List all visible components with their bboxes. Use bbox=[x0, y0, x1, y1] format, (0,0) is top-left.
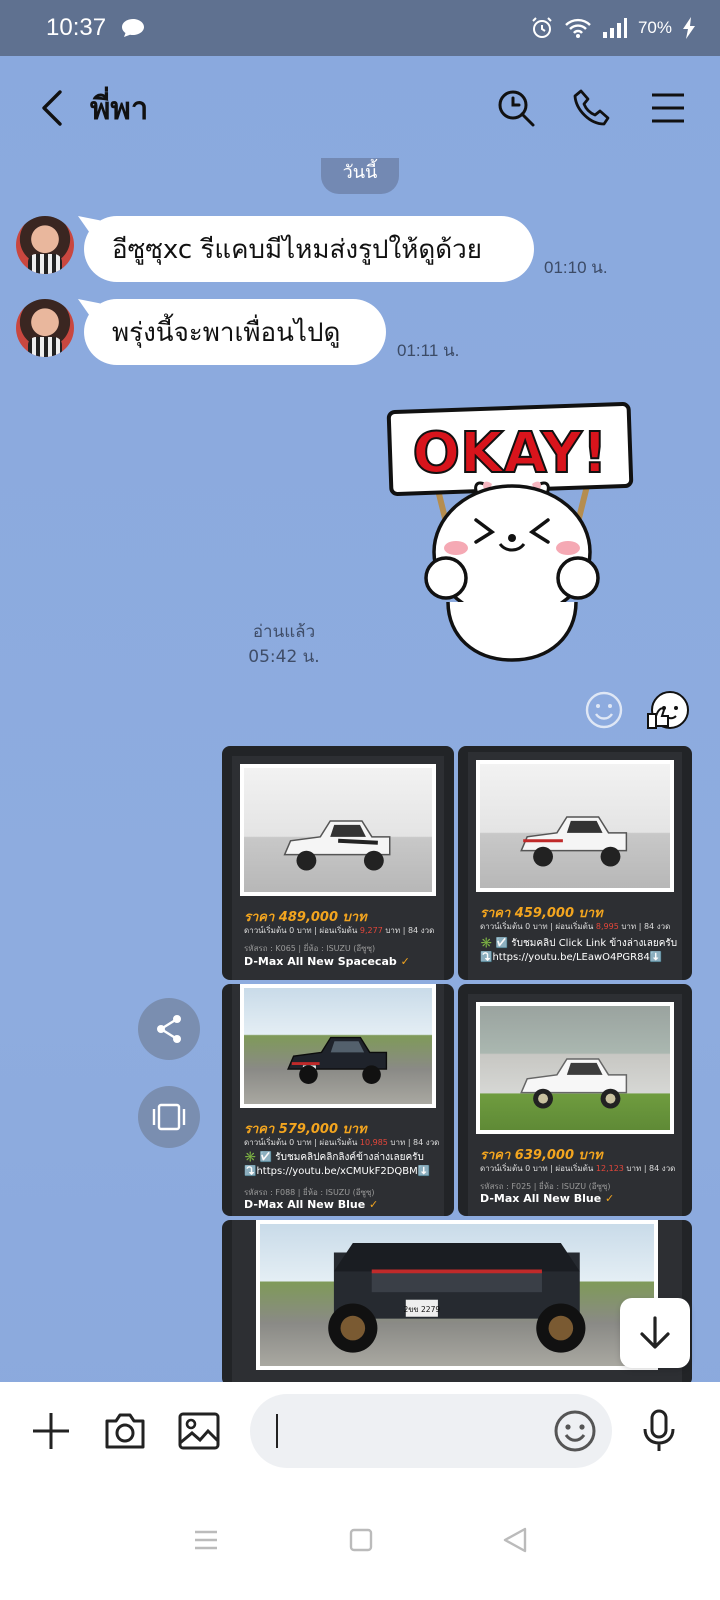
pickup-truck-image bbox=[286, 1036, 387, 1085]
back-button[interactable] bbox=[30, 86, 74, 130]
car-photo: 2ขข 2279 bbox=[256, 1220, 658, 1370]
wifi-icon bbox=[565, 18, 591, 38]
system-navigation-bar bbox=[0, 1480, 720, 1600]
car-model: D-Max All New Spacecab ✓ bbox=[244, 955, 410, 968]
battery-percent: 70% bbox=[637, 18, 672, 37]
back-nav-icon[interactable] bbox=[502, 1526, 528, 1554]
phone-icon bbox=[573, 89, 610, 126]
status-time: 10:37 bbox=[46, 14, 107, 41]
installment-text: ดาวน์เริ่มต้น 0 บาท | ผ่อนเริ่มต้น 8,995… bbox=[480, 922, 671, 931]
car-photo bbox=[476, 760, 674, 892]
album-view-button[interactable] bbox=[138, 1086, 200, 1148]
recent-apps-icon[interactable] bbox=[192, 1526, 220, 1554]
scroll-to-bottom-button[interactable] bbox=[620, 1298, 690, 1368]
share-button[interactable] bbox=[138, 998, 200, 1060]
license-plate: 2ขข 2279 bbox=[404, 1305, 441, 1314]
clip-link: ⤵️https://youtu.be/LEawO4PGR84⬇️ bbox=[480, 952, 663, 963]
status-icons: 70% bbox=[530, 16, 696, 40]
message-input-wrap bbox=[250, 1394, 612, 1468]
pickup-truck-image bbox=[520, 816, 628, 867]
search-icon bbox=[498, 90, 535, 127]
gallery-view-icon bbox=[152, 1103, 186, 1131]
emoji-icon[interactable] bbox=[552, 1408, 598, 1454]
clip-text: ✳️ ☑️ รับชมคลิป Click Link ข้างล่างเลยคร… bbox=[480, 938, 678, 949]
message-text: อีซูซุxc รีแคบมีไหมส่งรูปให้ดูด้วย bbox=[112, 234, 482, 265]
pickup-truck-image bbox=[283, 820, 391, 871]
message-bubble[interactable]: อีซูซุxc รีแคบมีไหมส่งรูปให้ดูด้วย bbox=[84, 216, 534, 282]
smiley-icon[interactable] bbox=[584, 690, 624, 730]
card-body: ราคา 639,000 บาท ดาวน์เริ่มต้น 0 บาท | ผ… bbox=[468, 994, 682, 1216]
read-status: อ่านแล้ว 05:42 น. bbox=[244, 620, 324, 670]
signal-icon bbox=[602, 18, 627, 38]
chevron-left-icon bbox=[42, 90, 62, 126]
car-listing-card[interactable]: ราคา 639,000 บาท ดาวน์เริ่มต้น 0 บาท | ผ… bbox=[458, 984, 692, 1216]
status-bar: 10:37 70% bbox=[0, 0, 720, 56]
gallery-button[interactable] bbox=[176, 1408, 222, 1454]
menu-button[interactable] bbox=[646, 86, 690, 130]
camera-icon bbox=[105, 1413, 145, 1449]
installment-text: ดาวน์เริ่มต้น 0 บาท | ผ่อนเริ่มต้น 10,98… bbox=[244, 1138, 440, 1147]
pickup-truck-image bbox=[520, 1058, 628, 1109]
camera-button[interactable] bbox=[102, 1408, 148, 1454]
clip-text: ✳️ ☑️ รับชมคลิปคลิกลิงค์ข้างล่างเลยครับ bbox=[244, 1152, 424, 1163]
date-separator: วันนี้ bbox=[321, 158, 399, 194]
verified-icon: ✓ bbox=[369, 1198, 379, 1211]
chat-header: พี่พา bbox=[0, 56, 720, 160]
verified-icon: ✓ bbox=[400, 955, 410, 968]
voice-button[interactable] bbox=[636, 1408, 682, 1454]
charging-icon bbox=[683, 17, 695, 39]
alarm-icon bbox=[532, 17, 552, 38]
car-model: D-Max All New Blue ✓ bbox=[480, 1192, 615, 1205]
installment-text: ดาวน์เริ่มต้น 0 บาท | ผ่อนเริ่มต้น 12,12… bbox=[480, 1164, 676, 1173]
card-body: ราคา 579,000 บาท ดาวน์เริ่มต้น 0 บาท | ผ… bbox=[232, 984, 444, 1216]
installment-text: ดาวน์เริ่มต้น 0 บาท | ผ่อนเริ่มต้น 9,277… bbox=[244, 926, 435, 935]
reaction-sticker-icon[interactable] bbox=[644, 688, 690, 734]
chat-notification-icon bbox=[122, 19, 145, 37]
card-body: 2ขข 2279 bbox=[232, 1220, 682, 1386]
avatar[interactable] bbox=[16, 299, 74, 357]
sticker-text: OKAY! bbox=[412, 421, 607, 486]
car-photo bbox=[240, 764, 436, 896]
message-time: 01:10 น. bbox=[544, 258, 608, 277]
okay-sticker[interactable]: OKAY! bbox=[384, 402, 640, 664]
call-button[interactable] bbox=[570, 86, 614, 130]
text-cursor bbox=[276, 1414, 278, 1448]
media-grid: ราคา 489,000 บาท ดาวน์เริ่มต้น 0 บาท | ผ… bbox=[222, 746, 692, 1386]
read-label: อ่านแล้ว bbox=[252, 622, 316, 642]
home-icon[interactable] bbox=[348, 1527, 374, 1553]
chat-title: พี่พา bbox=[90, 91, 149, 127]
add-button[interactable] bbox=[28, 1408, 74, 1454]
menu-icon bbox=[652, 93, 684, 123]
clip-link: ⤵️https://youtu.be/xCMUkF2DQBM⬇️ bbox=[244, 1166, 431, 1177]
card-body: ราคา 459,000 บาท ดาวน์เริ่มต้น 0 บาท | ผ… bbox=[468, 752, 682, 980]
image-icon bbox=[178, 1412, 220, 1450]
car-listing-card[interactable]: ราคา 579,000 บาท ดาวน์เริ่มต้น 0 บาท | ผ… bbox=[222, 984, 454, 1216]
car-listing-card[interactable]: ราคา 489,000 บาท ดาวน์เริ่มต้น 0 บาท | ผ… bbox=[222, 746, 454, 980]
message-time: 01:11 น. bbox=[397, 341, 460, 360]
read-time: 05:42 น. bbox=[248, 647, 320, 667]
header-actions bbox=[494, 86, 690, 130]
car-photo bbox=[476, 1002, 674, 1134]
pickup-truck-image: 2ขข 2279 bbox=[328, 1242, 586, 1353]
search-button[interactable] bbox=[494, 86, 538, 130]
plus-icon bbox=[33, 1413, 69, 1449]
microphone-icon bbox=[643, 1409, 675, 1451]
avatar[interactable] bbox=[16, 216, 74, 274]
message-text: พรุ่งนี้จะพาเพื่อนไปดู bbox=[112, 317, 341, 348]
arrow-down-icon bbox=[640, 1316, 670, 1349]
verified-icon: ✓ bbox=[605, 1192, 615, 1205]
car-model: D-Max All New Blue ✓ bbox=[244, 1198, 379, 1211]
car-meta: รหัสรถ : K065 | ยี่ห้อ : ISUZU (อีซูซุ) bbox=[244, 944, 376, 953]
car-photo bbox=[240, 984, 436, 1108]
message-input-bar bbox=[0, 1382, 720, 1480]
share-icon bbox=[157, 1015, 181, 1043]
message-bubble[interactable]: พรุ่งนี้จะพาเพื่อนไปดู bbox=[84, 299, 386, 365]
card-body: ราคา 489,000 บาท ดาวน์เริ่มต้น 0 บาท | ผ… bbox=[232, 756, 444, 980]
car-listing-card[interactable]: ราคา 459,000 บาท ดาวน์เริ่มต้น 0 บาท | ผ… bbox=[458, 746, 692, 980]
